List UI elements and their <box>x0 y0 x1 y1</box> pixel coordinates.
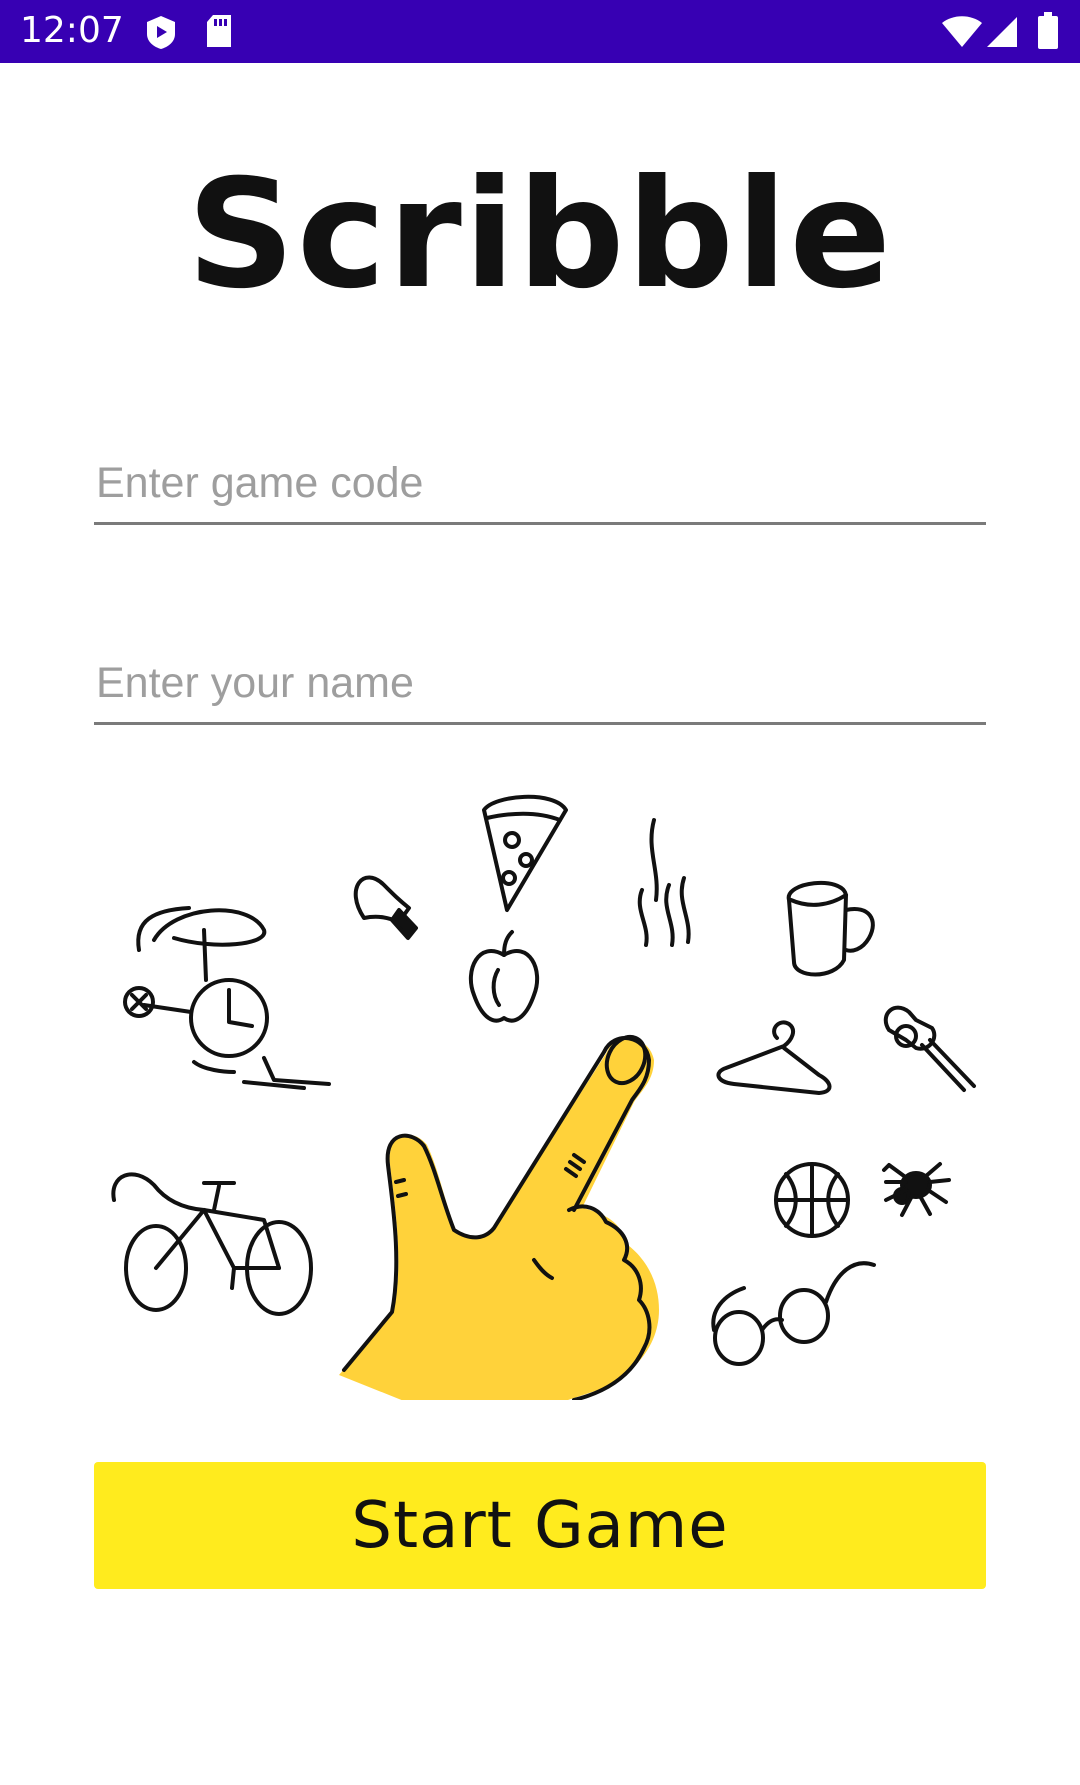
pointing-hand-icon <box>339 1034 659 1400</box>
status-time: 12:07 <box>20 10 124 51</box>
battery-icon <box>1038 12 1058 49</box>
doodle-illustration <box>111 794 976 1400</box>
wifi-icon <box>942 16 982 47</box>
status-bar: 12:07 <box>0 0 1080 63</box>
cell-signal-icon <box>987 17 1017 47</box>
hanger-icon <box>716 1020 832 1095</box>
bicycle-icon <box>111 1172 313 1316</box>
name-input[interactable] <box>94 645 986 725</box>
sd-card-icon <box>207 15 231 47</box>
game-code-input[interactable] <box>94 445 986 525</box>
spider-icon <box>882 1162 951 1217</box>
mug-icon <box>786 880 875 977</box>
pizza-slice-icon <box>482 794 568 912</box>
lightbulb-icon <box>353 875 418 940</box>
glasses-icon <box>711 1261 876 1366</box>
start-game-button[interactable]: Start Game <box>94 1462 986 1589</box>
play-shield-icon <box>147 16 175 49</box>
pushpin-icon <box>883 1005 976 1092</box>
app-title: Scribble <box>186 148 894 322</box>
helicopter-icon <box>123 906 331 1090</box>
apple-icon <box>468 930 540 1023</box>
basketball-icon <box>774 1162 850 1238</box>
steam-icon <box>637 818 691 947</box>
